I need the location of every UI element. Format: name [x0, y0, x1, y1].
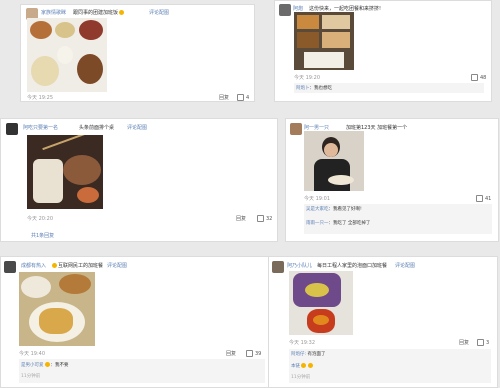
- sub-reply-text: 我吃了 全部吃掉了: [333, 221, 371, 226]
- sub-reply-time: 11分钟前: [291, 375, 311, 380]
- comment-text: 跟同事的团建加班饭: [73, 9, 125, 16]
- thumb-up-icon: [246, 350, 253, 357]
- comment-time: 今天 19:20: [294, 75, 320, 81]
- like-button[interactable]: 4: [237, 94, 249, 101]
- username[interactable]: 阿炮: [293, 5, 303, 12]
- sub-reply-user[interactable]: 本链: [291, 364, 300, 369]
- sub-reply-time: 11分钟前: [21, 374, 41, 379]
- comment-text: 加班第123天 加班餐第一个: [346, 125, 408, 131]
- comment-photo[interactable]: [27, 18, 107, 92]
- comment-image-link[interactable]: 评论配图: [107, 262, 127, 269]
- comment-card-2: 阿炮 这份快来，一起吃团餐和来挤挤! 今天 19:20 48 阿炮卜：我也想吃: [274, 0, 492, 102]
- more-replies-link[interactable]: 共1条回复: [31, 232, 54, 239]
- emoji-icon: [44, 362, 50, 367]
- comment-image-link[interactable]: 评论配图: [149, 9, 169, 16]
- sub-reply-text: 有泡面了: [307, 352, 326, 357]
- emoji-icon: [308, 363, 313, 368]
- comment-time: 今天 20:20: [27, 216, 53, 222]
- username[interactable]: 阿吃只要第一名: [23, 124, 58, 131]
- comment-card-3: 阿吃只要第一名 头条前面排个桌 评论配图 今天 20:20 回复 32 共1条回…: [0, 118, 278, 242]
- comment-time: 今天 19:40: [19, 351, 45, 357]
- username[interactable]: 成都有热入: [21, 262, 46, 269]
- sub-reply[interactable]: 本链: [291, 363, 314, 369]
- comment-text: 头条前面排个桌: [79, 125, 115, 131]
- comment-text: 每日工程人家里的泡面口加班餐: [317, 263, 388, 269]
- sub-reply-user[interactable]: 阿炮卜: [296, 86, 310, 91]
- reply-button[interactable]: 回复: [226, 350, 236, 357]
- avatar[interactable]: [4, 261, 16, 273]
- sub-reply-text: 我也想吃: [314, 86, 332, 91]
- comment-photo[interactable]: [27, 135, 103, 209]
- reply-button[interactable]: 回复: [459, 339, 469, 346]
- thumb-up-icon: [257, 215, 264, 222]
- like-count: 3: [486, 340, 490, 346]
- thumb-up-icon: [471, 74, 478, 81]
- sub-replies: 是男小可爱 ：我不要 11分钟前: [19, 359, 265, 383]
- sub-reply[interactable]: 阿炮仔: 有泡面了: [291, 351, 325, 357]
- thumb-up-icon: [476, 195, 483, 202]
- comment-photo[interactable]: [19, 272, 95, 346]
- comment-image-link[interactable]: 评论配图: [127, 124, 147, 131]
- like-count: 39: [255, 351, 262, 357]
- avatar[interactable]: [279, 4, 291, 16]
- thumb-up-icon: [477, 339, 484, 346]
- like-button[interactable]: 32: [257, 215, 272, 222]
- comment-text-body: 互联网民工的加班餐: [58, 263, 104, 269]
- comment-card-1: 家族情歌眯 跟同事的团建加班饭 评论配图 今天 19:25 回复 4: [20, 4, 255, 102]
- like-count: 41: [485, 196, 492, 202]
- like-button[interactable]: 3: [477, 339, 489, 346]
- sub-reply[interactable]: 是男小可爱 ：我不要: [21, 362, 69, 368]
- comment-photo[interactable]: [304, 131, 364, 191]
- comment-photo[interactable]: [289, 271, 353, 335]
- avatar[interactable]: [272, 261, 284, 273]
- emoji-icon: [301, 363, 306, 368]
- like-button[interactable]: 48: [471, 74, 486, 81]
- comment-image-link[interactable]: 评论配图: [395, 262, 415, 269]
- comment-time: 今天 19:01: [304, 196, 330, 202]
- avatar[interactable]: [290, 123, 302, 135]
- sub-reply-text: 我不要: [55, 363, 69, 368]
- sub-reply[interactable]: 阿炮卜：我也想吃: [296, 85, 332, 91]
- sub-reply-user[interactable]: 吴是大家吃: [306, 207, 329, 212]
- sub-reply[interactable]: 雨雨一只一：我吃了 全部吃掉了: [306, 220, 370, 226]
- like-count: 32: [266, 216, 273, 222]
- comment-card-5: 成都有热入 互联网民工的加班餐 评论配图 今天 19:40 回复 39 是男小可…: [0, 256, 272, 388]
- username[interactable]: 阿一男一只: [304, 124, 329, 131]
- comment-text-body: 跟同事的团建加班饭: [73, 10, 119, 16]
- sub-replies: 吴是大家吃：我看见了好啊! 雨雨一只一：我吃了 全部吃掉了: [304, 204, 492, 234]
- sub-reply-user[interactable]: 阿炮仔:: [291, 352, 306, 357]
- emoji-icon: [119, 10, 125, 15]
- comment-text: 这份快来，一起吃团餐和来挤挤!: [309, 6, 382, 12]
- comment-time: 今天 19:25: [27, 95, 53, 101]
- username[interactable]: 阿乃小队儿: [287, 262, 312, 269]
- emoji-icon: [52, 263, 57, 268]
- sub-reply-user[interactable]: 雨雨一只一: [306, 221, 329, 226]
- reply-button[interactable]: 回复: [219, 94, 229, 101]
- comment-time: 今天 19:32: [289, 340, 315, 346]
- thumb-up-icon: [237, 94, 244, 101]
- comment-card-6: 阿乃小队儿 每日工程人家里的泡面口加班餐 评论配图 今天 19:32 回复 3 …: [268, 256, 498, 388]
- avatar[interactable]: [6, 123, 18, 135]
- sub-replies: 阿炮仔: 有泡面了 本链 11分钟前: [289, 349, 491, 383]
- like-count: 48: [480, 75, 487, 81]
- like-button[interactable]: 39: [246, 350, 261, 357]
- sub-replies: 阿炮卜：我也想吃: [294, 83, 484, 93]
- sub-reply[interactable]: 吴是大家吃：我看见了好啊!: [306, 206, 362, 212]
- like-button[interactable]: 41: [476, 195, 491, 202]
- username[interactable]: 家族情歌眯: [41, 9, 66, 16]
- like-count: 4: [246, 95, 250, 101]
- comment-card-4: 阿一男一只 加班第123天 加班餐第一个 今天 19:01 41 吴是大家吃：我…: [285, 118, 499, 242]
- sub-reply-user[interactable]: 是男小可爱: [21, 363, 44, 368]
- reply-button[interactable]: 回复: [236, 215, 246, 222]
- sub-reply-text: 我看见了好啊!: [333, 207, 362, 212]
- comment-photo[interactable]: [294, 12, 354, 70]
- comment-text: 互联网民工的加班餐: [51, 262, 103, 269]
